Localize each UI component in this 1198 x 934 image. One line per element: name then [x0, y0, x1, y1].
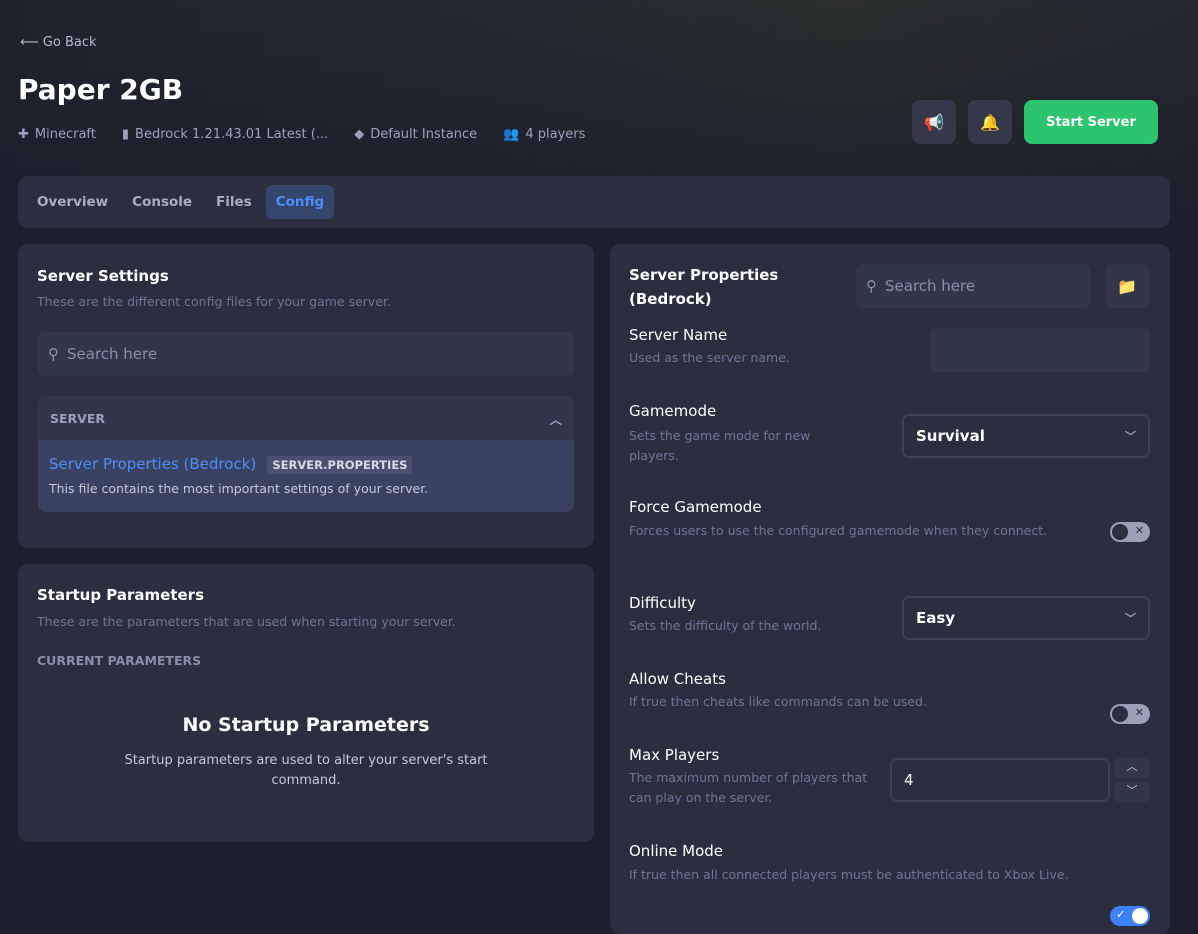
online-mode-label: Online Mode [629, 842, 724, 860]
x-icon: ✕ [1134, 706, 1144, 719]
max-players-desc: The maximum number of players that can p… [629, 770, 868, 805]
allow-cheats-desc: If true then cheats like commands can be… [629, 694, 927, 709]
config-file-item[interactable]: Server Properties (Bedrock) SERVER.PROPE… [38, 440, 574, 512]
decrement-button[interactable]: ﹀ [1114, 782, 1150, 802]
server-settings-title: Server Settings [37, 267, 169, 285]
properties-search-input[interactable]: ⚲ Search here [856, 264, 1090, 308]
gamemode-desc: Sets the game mode for new players. [629, 428, 811, 463]
gamemode-label: Gamemode [629, 402, 717, 420]
file-name: Server Properties (Bedrock) [49, 455, 257, 473]
players-label: 4 players [525, 127, 586, 142]
force-gamemode-toggle[interactable]: ✕ [1110, 522, 1150, 542]
search-icon: ⚲ [48, 345, 59, 363]
startup-card: Startup Parameters These are the paramet… [18, 564, 594, 842]
server-name-label: Server Name [629, 326, 728, 344]
version-label: Bedrock 1.21.43.01 Latest (... [135, 127, 329, 142]
bookmark-icon: ▮ [121, 127, 130, 142]
group-label: SERVER [50, 410, 106, 426]
gamemode-select[interactable]: Survival ﹀ [902, 414, 1150, 458]
chevron-up-icon: ︿ [549, 411, 562, 427]
tab-files[interactable]: Files [206, 185, 262, 219]
search-placeholder: Search here [885, 277, 976, 295]
page-title: Paper 2GB [18, 73, 184, 106]
search-icon: ⚲ [866, 277, 877, 295]
meta-players: 👥 4 players [503, 127, 585, 142]
puzzle-icon: ✚ [18, 127, 29, 142]
force-gamemode-label: Force Gamemode [629, 498, 762, 516]
file-badge: SERVER.PROPERTIES [267, 456, 413, 474]
start-server-button[interactable]: Start Server [1024, 100, 1158, 144]
tab-bar: Overview Console Files Config [18, 176, 1170, 228]
chevron-down-icon: ﹀ [1125, 612, 1136, 625]
empty-title: No Startup Parameters [182, 714, 430, 736]
allow-cheats-label: Allow Cheats [629, 670, 726, 688]
meta-version: ▮ Bedrock 1.21.43.01 Latest (... [122, 127, 328, 142]
instance-label: Default Instance [370, 127, 478, 142]
meta-game: ✚ Minecraft [18, 127, 96, 142]
chevron-down-icon: ﹀ [1126, 784, 1138, 797]
server-settings-subtitle: These are the different config files for… [37, 294, 391, 309]
max-players-input[interactable]: 4 [890, 758, 1110, 802]
force-gamemode-desc: Forces users to use the configured gamem… [629, 523, 1048, 538]
game-label: Minecraft [34, 127, 96, 142]
properties-title: Server Properties (Bedrock) [629, 266, 779, 308]
online-mode-desc: If true then all connected players must … [629, 867, 1069, 882]
chevron-down-icon: ﹀ [1125, 430, 1136, 443]
search-placeholder: Search here [67, 345, 158, 363]
increment-button[interactable]: ︿ [1114, 758, 1150, 778]
megaphone-icon: 📢 [924, 112, 944, 132]
diamond-icon: ◆ [354, 127, 365, 142]
notifications-button[interactable]: 🔔 [968, 100, 1012, 144]
config-search-input[interactable]: ⚲ Search here [38, 332, 574, 376]
tab-overview[interactable]: Overview [27, 185, 118, 219]
server-name-input[interactable] [930, 328, 1150, 372]
go-back-link[interactable]: ⟵ Go Back [20, 35, 97, 50]
tab-console[interactable]: Console [122, 185, 202, 219]
x-icon: ✕ [1134, 524, 1144, 537]
server-meta: ✚ Minecraft ▮ Bedrock 1.21.43.01 Latest (.… [18, 127, 585, 142]
arrow-left-icon: ⟵ [20, 35, 43, 50]
meta-instance: ◆ Default Instance [354, 127, 477, 142]
difficulty-select[interactable]: Easy ﹀ [902, 596, 1150, 640]
startup-title: Startup Parameters [37, 586, 205, 604]
server-settings-card: Server Settings These are the different … [18, 244, 594, 548]
chevron-up-icon: ︿ [1126, 760, 1138, 773]
server-group: SERVER ︿ Server Properties (Bedrock) SERV… [38, 396, 574, 512]
announcement-button[interactable]: 📢 [912, 100, 956, 144]
check-icon: ✓ [1116, 908, 1126, 921]
tab-config[interactable]: Config [265, 185, 335, 219]
file-desc: This file contains the most important se… [49, 481, 429, 496]
current-params-label: CURRENT PARAMETERS [37, 653, 202, 668]
server-properties-card: Server Properties (Bedrock) ⚲ Search here… [610, 244, 1170, 934]
server-name-desc: Used as the server name. [629, 350, 790, 365]
max-players-value: 4 [904, 771, 914, 789]
users-icon: 👥 [503, 127, 520, 142]
allow-cheats-toggle[interactable]: ✕ [1110, 704, 1150, 724]
bell-icon: 🔔 [980, 112, 1000, 132]
server-group-header[interactable]: SERVER ︿ [38, 396, 574, 440]
startup-subtitle: These are the parameters that are used w… [37, 614, 456, 629]
max-players-label: Max Players [629, 746, 720, 764]
online-mode-toggle[interactable]: ✓ [1110, 906, 1150, 926]
go-back-label: Go Back [42, 35, 97, 50]
gamemode-value: Survival [916, 427, 985, 445]
difficulty-value: Easy [916, 609, 956, 627]
empty-desc: Startup parameters are used to alter you… [124, 753, 488, 788]
difficulty-desc: Sets the difficulty of the world. [629, 618, 822, 633]
folder-icon: 📁 [1117, 276, 1137, 296]
difficulty-label: Difficulty [629, 594, 696, 612]
open-folder-button[interactable]: 📁 [1105, 264, 1149, 308]
